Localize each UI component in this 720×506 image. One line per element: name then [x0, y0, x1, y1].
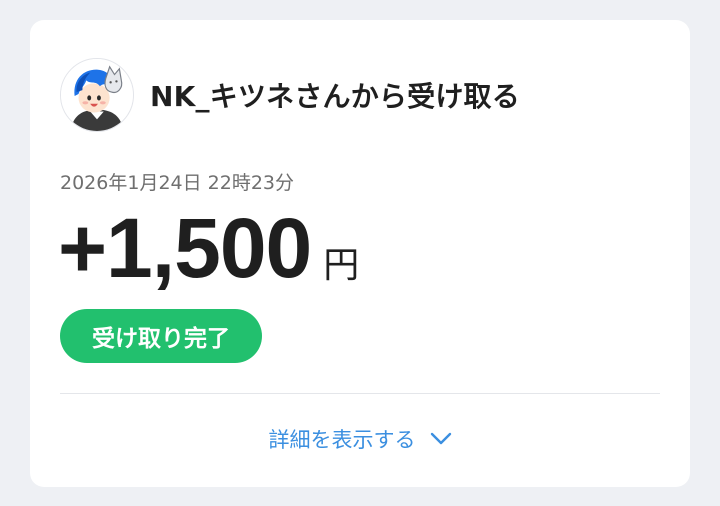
show-details-button[interactable]: 詳細を表示する — [30, 424, 690, 454]
transaction-amount: +1,500 — [58, 201, 312, 295]
sender-title: NK_キツネさんから受け取る — [150, 80, 520, 113]
transaction-header: NK_キツネさんから受け取る — [60, 58, 520, 132]
show-details-label: 詳細を表示する — [268, 428, 416, 452]
status-badge: 受け取り完了 — [60, 309, 262, 363]
currency-unit: 円 — [323, 245, 360, 286]
transaction-card: NK_キツネさんから受け取る 2026年1月24日 22時23分 +1,500 … — [30, 20, 690, 487]
chevron-down-icon — [430, 432, 452, 446]
user-avatar-illustration-icon — [61, 59, 133, 131]
avatar — [60, 58, 134, 132]
amount-row: +1,500 円 — [58, 206, 359, 290]
transaction-datetime: 2026年1月24日 22時23分 — [60, 172, 295, 194]
divider — [60, 393, 660, 394]
